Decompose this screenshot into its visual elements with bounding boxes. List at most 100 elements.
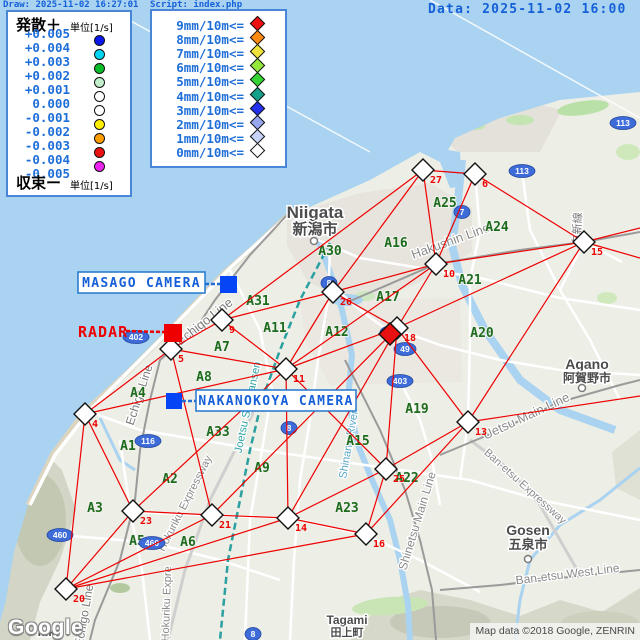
divergence-unit-bottom: 単位[1/s] bbox=[70, 177, 113, 192]
camera-marker-nakanokoya[interactable] bbox=[166, 393, 182, 409]
map-node-number: 11 bbox=[293, 374, 305, 385]
map-node-number: 15 bbox=[591, 247, 603, 258]
city-dot bbox=[525, 556, 532, 563]
map-node-number: 13 bbox=[475, 427, 487, 438]
area-label-A4: A4 bbox=[130, 386, 146, 401]
rain-threshold-label: 0mm/10m<= bbox=[170, 146, 244, 159]
map-node-number: 27 bbox=[430, 175, 442, 186]
map-node-number: 6 bbox=[482, 179, 488, 190]
divergence-color-circle bbox=[94, 35, 105, 46]
map-node-number: 23 bbox=[140, 516, 152, 527]
divergence-value: +0.004 bbox=[18, 41, 70, 54]
divergence-legend: 発散＋ 単位[1/s] +0.005+0.004+0.003+0.002+0.0… bbox=[6, 10, 132, 197]
rain-threshold-label: 9mm/10m<= bbox=[170, 19, 244, 32]
divergence-color-circle bbox=[94, 77, 105, 88]
area-label-A7: A7 bbox=[214, 340, 230, 355]
map-node-number: 4 bbox=[92, 419, 98, 430]
city-dot bbox=[579, 385, 586, 392]
rain-threshold-label: 5mm/10m<= bbox=[170, 75, 244, 88]
divergence-value: -0.001 bbox=[18, 111, 70, 124]
route-shield-number: 113 bbox=[515, 166, 529, 176]
divergence-color-circle bbox=[94, 105, 105, 116]
city-label: Gosen bbox=[506, 522, 550, 538]
rain-threshold-label: 1mm/10m<= bbox=[170, 132, 244, 145]
route-shield-number: 403 bbox=[393, 376, 407, 386]
rain-threshold-label: 2mm/10m<= bbox=[170, 118, 244, 131]
area-label-A21: A21 bbox=[458, 273, 482, 288]
rain-color-diamond bbox=[250, 114, 266, 130]
map-node-number: 10 bbox=[443, 269, 455, 280]
rain-color-diamond bbox=[250, 100, 266, 116]
rain-threshold-label: 4mm/10m<= bbox=[170, 90, 244, 103]
area-label-A1: A1 bbox=[120, 439, 136, 454]
map-attribution: Map data ©2018 Google, ZENRIN bbox=[470, 623, 640, 640]
rain-color-diamond bbox=[250, 72, 266, 88]
area-label-A9: A9 bbox=[254, 461, 270, 476]
rain-threshold-label: 7mm/10m<= bbox=[170, 47, 244, 60]
map-node-number: 25 bbox=[393, 474, 405, 485]
divergence-value: +0.003 bbox=[18, 55, 70, 68]
city-label-jp: 新潟市 bbox=[292, 220, 337, 238]
map-node-number: 9 bbox=[229, 325, 235, 336]
divergence-color-circle bbox=[94, 147, 105, 158]
divergence-value: +0.002 bbox=[18, 69, 70, 82]
divergence-legend-title-bottom: 収束ー bbox=[16, 172, 61, 193]
route-shield-number: 113 bbox=[616, 118, 630, 128]
camera-label: NAKANOKOYA CAMERA bbox=[198, 394, 353, 409]
camera-marker-masago[interactable] bbox=[220, 276, 237, 293]
map-node-number: 14 bbox=[295, 523, 307, 534]
area-label-A20: A20 bbox=[470, 326, 494, 341]
camera-label: MASAGO CAMERA bbox=[82, 276, 201, 291]
area-label-A31: A31 bbox=[246, 294, 270, 309]
rain-color-diamond bbox=[250, 143, 266, 159]
city-label-jp: 阿賀野市 bbox=[563, 370, 611, 385]
divergence-value: +0.005 bbox=[18, 27, 70, 40]
divergence-color-circle bbox=[94, 49, 105, 60]
route-shield-number: 460 bbox=[53, 530, 67, 540]
radar-marker[interactable] bbox=[164, 324, 182, 342]
city-label: Agano bbox=[565, 356, 609, 372]
map-node-number: 20 bbox=[73, 594, 85, 605]
divergence-value: -0.004 bbox=[18, 153, 70, 166]
monitoring-map-app: Hakushin Line白新線Uetsu Main LineShinetsu … bbox=[0, 0, 640, 640]
city-label-jp: 五泉市 bbox=[508, 537, 547, 552]
city-dot bbox=[311, 238, 318, 245]
city-label: Tagami bbox=[326, 613, 367, 627]
map-node-number: 18 bbox=[404, 333, 416, 344]
divergence-unit-top: 単位[1/s] bbox=[70, 19, 113, 34]
divergence-color-circle bbox=[94, 161, 105, 172]
route-shield-number: 49 bbox=[400, 344, 410, 354]
area-label-A8: A8 bbox=[196, 370, 212, 385]
route-shield-number: 8 bbox=[251, 629, 256, 639]
area-label-A3: A3 bbox=[87, 501, 103, 516]
city-label: Niigata bbox=[287, 203, 344, 222]
area-label-A23: A23 bbox=[335, 501, 358, 516]
rain-color-diamond bbox=[250, 86, 266, 102]
area-label-A24: A24 bbox=[485, 220, 509, 235]
divergence-color-circle bbox=[94, 63, 105, 74]
route-shield-number: 402 bbox=[129, 332, 143, 342]
area-label-A19: A19 bbox=[405, 402, 428, 417]
rain-threshold-label: 6mm/10m<= bbox=[170, 61, 244, 74]
data-timestamp: Data: 2025-11-02 16:00 bbox=[428, 2, 627, 17]
area-label-A25: A25 bbox=[433, 196, 456, 211]
area-label-A11: A11 bbox=[263, 321, 287, 336]
rain-threshold-label: 3mm/10m<= bbox=[170, 104, 244, 117]
divergence-value: +0.001 bbox=[18, 83, 70, 96]
map-node-number: 5 bbox=[178, 354, 184, 365]
divergence-color-circle bbox=[94, 133, 105, 144]
map-node-number: 21 bbox=[219, 520, 231, 531]
area-label-A16: A16 bbox=[384, 236, 408, 251]
area-label-A2: A2 bbox=[162, 472, 178, 487]
map-node-number: 16 bbox=[373, 539, 385, 550]
divergence-color-circle bbox=[94, 91, 105, 102]
google-logo[interactable]: Google bbox=[8, 616, 83, 640]
route-shield-number: 116 bbox=[141, 436, 155, 446]
city-label-jp: 田上町 bbox=[331, 625, 364, 639]
rain-threshold-label: 8mm/10m<= bbox=[170, 33, 244, 46]
draw-timestamp: Draw: 2025-11-02 16:27:01 bbox=[3, 0, 138, 10]
divergence-value: 0.000 bbox=[18, 97, 70, 110]
divergence-color-circle bbox=[94, 119, 105, 130]
divergence-value: -0.002 bbox=[18, 125, 70, 138]
rain-legend: 9mm/10m<=8mm/10m<=7mm/10m<=6mm/10m<=5mm/… bbox=[150, 9, 287, 168]
